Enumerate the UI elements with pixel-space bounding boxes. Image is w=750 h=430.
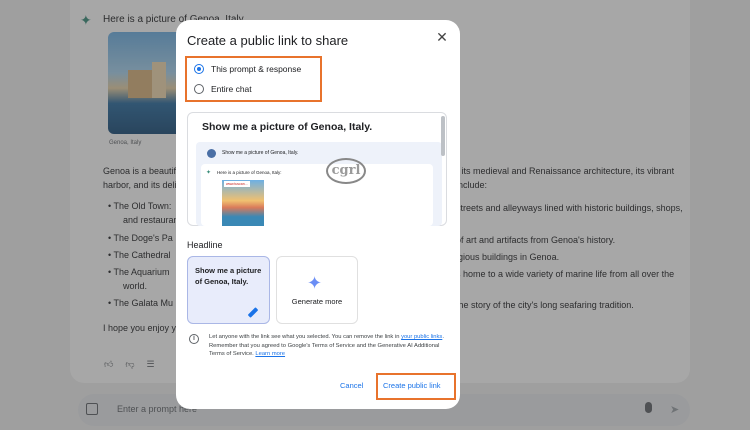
- create-public-link-button[interactable]: Create public link: [383, 381, 441, 390]
- info-icon: i: [189, 334, 199, 344]
- radio-entire-chat[interactable]: Entire chat: [194, 84, 252, 94]
- headline-text: Show me a picture of Genoa, Italy.: [195, 266, 262, 286]
- dialog-title: Create a public link to share: [187, 33, 349, 48]
- info-text: Let anyone with the link see what you se…: [209, 334, 444, 357]
- preview-image-label: www.tuscan...: [224, 181, 250, 187]
- preview-scrollbar[interactable]: [441, 116, 445, 156]
- headline-label: Headline: [187, 240, 223, 250]
- share-dialog: Create a public link to share ✕ This pro…: [176, 20, 460, 409]
- cancel-button[interactable]: Cancel: [340, 381, 363, 390]
- preview-response-text: Here is a picture of Genoa, Italy:: [217, 170, 282, 175]
- radio-label: This prompt & response: [211, 64, 302, 74]
- preview-title: Show me a picture of Genoa, Italy.: [202, 121, 373, 133]
- highlight-box-options: [185, 56, 322, 102]
- radio-label: Entire chat: [211, 84, 252, 94]
- radio-this-prompt[interactable]: This prompt & response: [194, 64, 301, 74]
- close-icon[interactable]: ✕: [434, 29, 450, 45]
- avatar: [207, 149, 216, 158]
- your-public-links-link[interactable]: your public links: [401, 334, 442, 340]
- radio-unchecked-icon[interactable]: [194, 84, 204, 94]
- preview-prompt: Show me a picture of Genoa, Italy.: [222, 150, 299, 156]
- sparkle-icon: ✦: [206, 170, 212, 176]
- generate-more-label: Generate more: [291, 297, 343, 306]
- radio-checked-icon[interactable]: [194, 64, 204, 74]
- watermark-logo: cgrl: [326, 158, 366, 184]
- learn-more-link[interactable]: Learn more: [255, 351, 285, 357]
- sparkle-icon: ✦: [307, 273, 323, 293]
- headline-option-selected[interactable]: Show me a picture of Genoa, Italy.: [187, 256, 270, 324]
